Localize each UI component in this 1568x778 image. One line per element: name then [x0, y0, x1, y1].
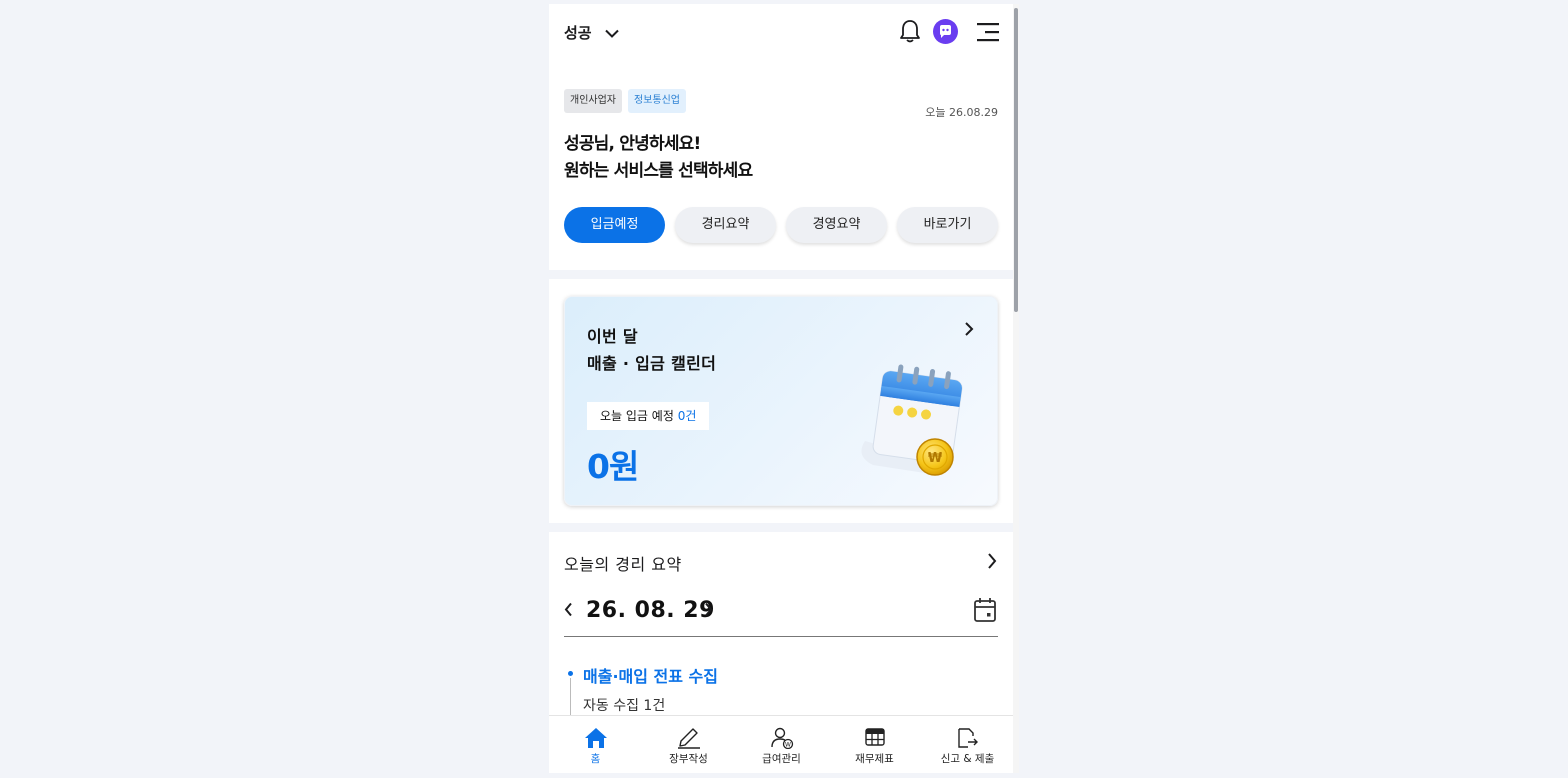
svg-text:W: W: [785, 742, 791, 749]
nav-label: 장부작성: [669, 753, 708, 765]
pen-icon: [676, 727, 702, 753]
sales-deposit-calendar-card[interactable]: 이번 달 매출 · 입금 캘린더 오늘 입금 예정 0건 0원 ₩: [564, 296, 998, 506]
nav-item-financial-statements[interactable]: 재무제표: [828, 716, 921, 773]
nav-item-filing-submission[interactable]: 신고 & 제출: [921, 716, 1013, 773]
industry-tag: 정보통신업: [628, 89, 686, 113]
timeline-item-sub: 자동 수집 1건: [583, 698, 666, 714]
today-date: 오늘 26.08.29: [925, 106, 998, 119]
divider: [564, 636, 998, 637]
tab-deposit-scheduled[interactable]: 입금예정: [564, 207, 665, 243]
bell-icon[interactable]: [899, 19, 921, 48]
nav-item-home[interactable]: 홈: [549, 716, 642, 773]
nav-item-bookkeeping[interactable]: 장부작성: [642, 716, 735, 773]
app-container: 성공 개인사업자 정보통신업 오늘 26.08.29 성공님, 안녕하세요! 원…: [549, 4, 1013, 773]
deposit-amount: 0원: [587, 447, 639, 486]
nav-label: 재무제표: [855, 753, 894, 765]
submit-icon: [956, 727, 980, 753]
card-title-line2: 매출 · 입금 캘린더: [587, 354, 717, 373]
card-title-line1: 이번 달: [587, 327, 638, 346]
calendar-section: 이번 달 매출 · 입금 캘린더 오늘 입금 예정 0건 0원 ₩: [549, 279, 1013, 523]
greeting-section: 개인사업자 정보통신업 오늘 26.08.29 성공님, 안녕하세요! 원하는 …: [549, 58, 1013, 270]
chevron-right-icon[interactable]: [964, 321, 974, 341]
menu-icon[interactable]: [975, 22, 999, 46]
summary-date: 26. 08. 29: [586, 598, 715, 623]
nav-label: 급여관리: [762, 753, 801, 765]
timeline-item-heading[interactable]: 매출·매입 전표 수집: [583, 663, 718, 687]
nav-label: 신고 & 제출: [940, 753, 995, 765]
top-header: 성공: [549, 4, 1013, 58]
chevron-down-icon[interactable]: [605, 24, 619, 43]
home-icon: [584, 727, 608, 753]
today-deposit-badge: 오늘 입금 예정 0건: [587, 402, 710, 430]
badge-count: 0건: [677, 409, 697, 423]
tab-shortcuts[interactable]: 바로가기: [897, 207, 998, 243]
chevron-left-icon[interactable]: [564, 602, 573, 621]
greeting-title: 성공님, 안녕하세요!: [564, 134, 701, 154]
svg-text:₩: ₩: [928, 451, 943, 466]
avatar[interactable]: [933, 19, 958, 44]
business-name[interactable]: 성공: [564, 22, 592, 43]
scrollbar-thumb[interactable]: [1014, 8, 1018, 312]
bottom-navigation: 홈 장부작성 W 급여관리 재무제표 신고 & 제출: [549, 715, 1013, 773]
nav-item-payroll[interactable]: W 급여관리: [735, 716, 828, 773]
greeting-subtitle: 원하는 서비스를 선택하세요: [564, 161, 753, 181]
summary-title[interactable]: 오늘의 경리 요약: [564, 551, 682, 575]
chevron-right-icon[interactable]: [704, 602, 713, 621]
business-type-tag: 개인사업자: [564, 89, 622, 113]
calendar-coin-illustration: ₩: [855, 361, 967, 493]
badge-label: 오늘 입금 예정: [600, 409, 674, 423]
calendar-icon[interactable]: [973, 597, 997, 627]
tab-management-summary[interactable]: 경영요약: [786, 207, 887, 243]
tab-accounting-summary[interactable]: 경리요약: [675, 207, 776, 243]
timeline-dot: [568, 671, 573, 676]
payroll-icon: W: [770, 727, 794, 753]
nav-label: 홈: [590, 753, 601, 765]
chevron-right-icon[interactable]: [987, 552, 997, 574]
table-icon: [864, 727, 886, 751]
